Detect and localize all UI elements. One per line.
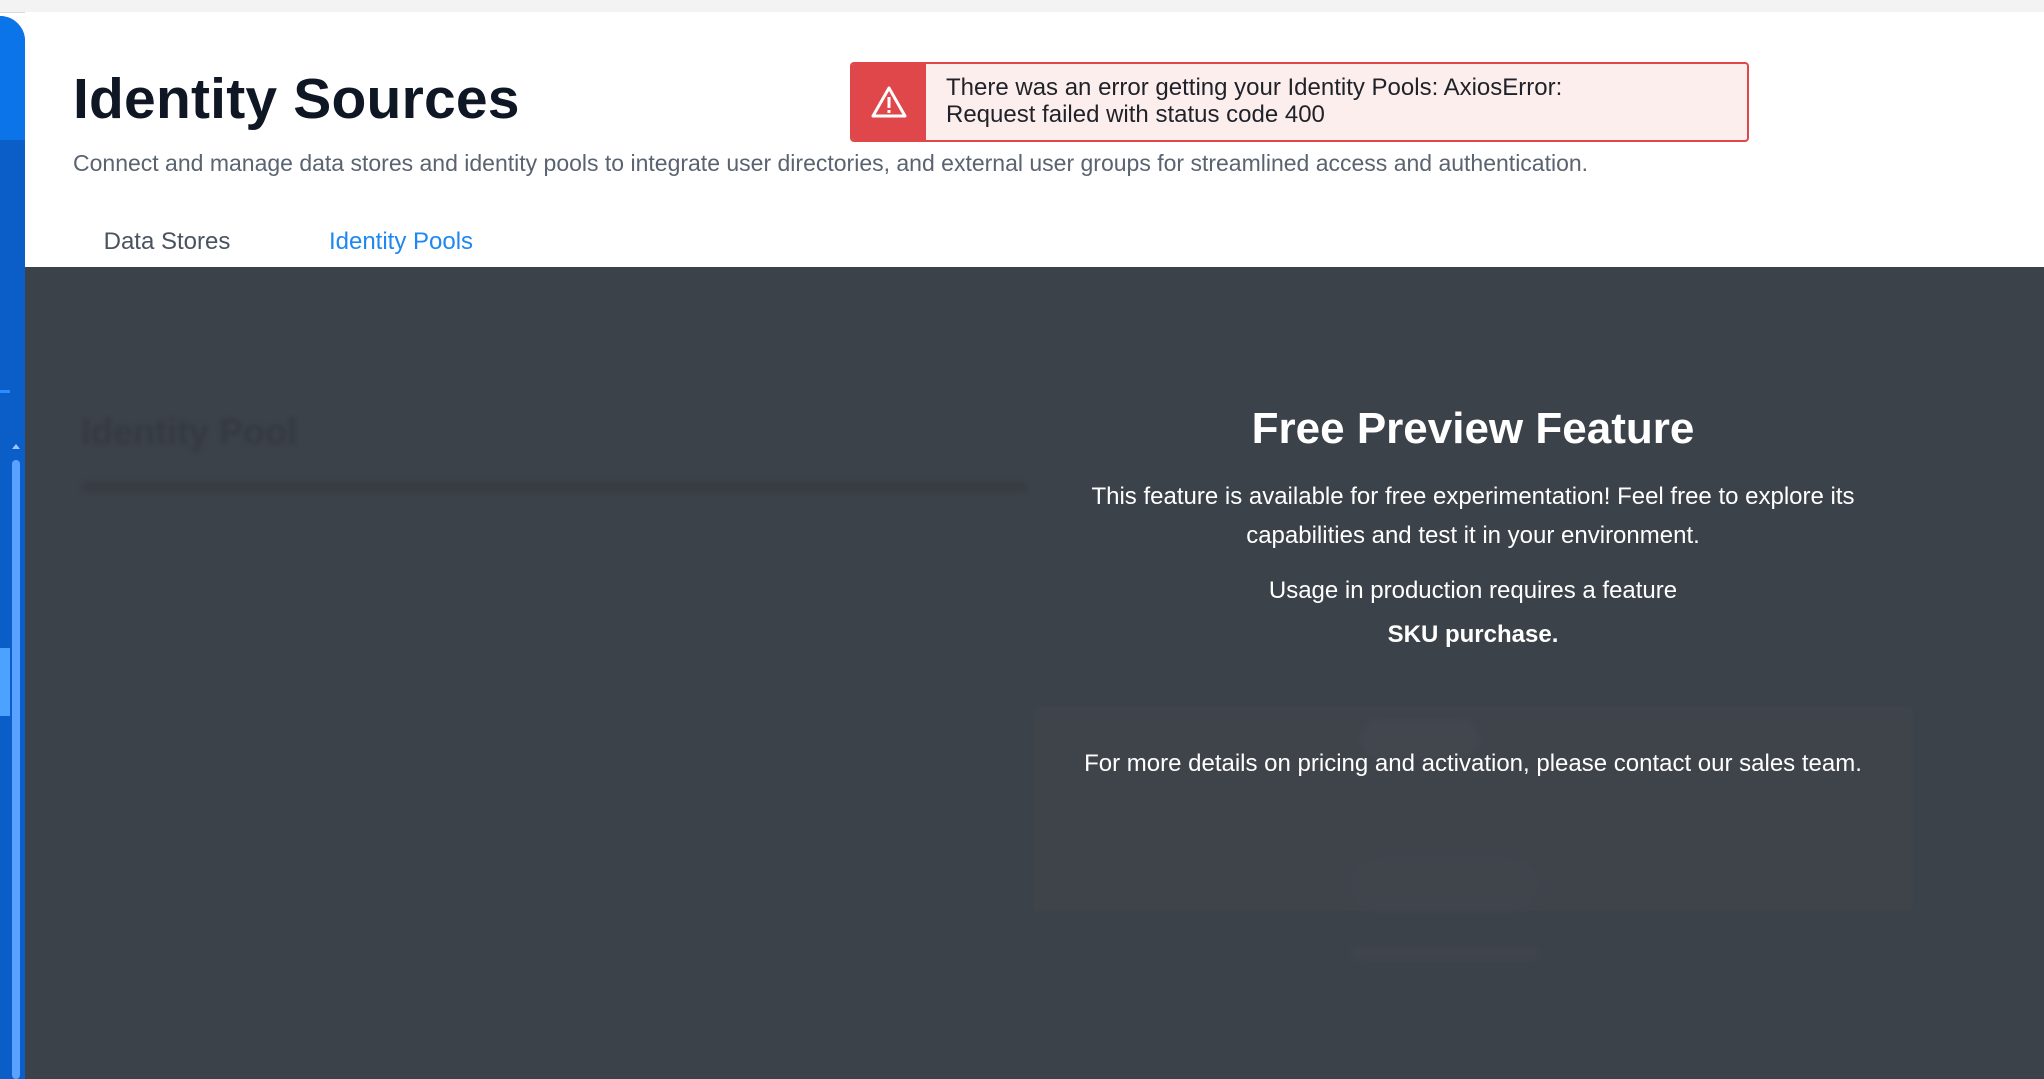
preview-description: This feature is available for free exper… [1091,483,1855,549]
tab-data-stores[interactable]: Data Stores [73,208,261,276]
preview-overlay: Identity Pool Free Preview Feature This … [25,267,2044,1079]
toast-message: There was an error getting your Identity… [926,64,1706,140]
sidebar [0,16,25,1079]
background-link [1350,947,1540,961]
tab-identity-pools[interactable]: Identity Pools [293,208,509,279]
toast-icon-container [852,64,926,140]
sidebar-scrollbar[interactable] [12,460,20,1079]
background-button [1350,857,1540,912]
preview-contact-note: For more details on pricing and activati… [1084,750,1862,777]
sidebar-active-item[interactable] [0,648,10,716]
sidebar-divider [0,390,10,393]
page: Identity Sources Connect and manage data… [0,0,2044,1079]
preview-title: Free Preview Feature [1251,404,1695,453]
background-section-title: Identity Pool [81,411,297,452]
toast-message-line1: There was an error getting your Identity… [946,74,1563,101]
background-section-description [81,481,1027,493]
warning-triangle-icon [871,86,907,118]
sidebar-header[interactable] [0,16,25,140]
toast-message-line2: Request failed with status code 400 [946,101,1325,128]
free-preview-panel: Free Preview Feature This feature is ava… [1033,403,1913,783]
page-description: Connect and manage data stores and ident… [73,150,1589,176]
error-toast[interactable]: There was an error getting your Identity… [850,62,1749,142]
preview-production-note: Usage in production requires a feature [1268,577,1678,604]
scroll-up-arrow-icon[interactable] [12,444,20,449]
preview-sku-note: SKU purchase. [1387,621,1559,648]
page-title: Identity Sources [73,67,520,131]
